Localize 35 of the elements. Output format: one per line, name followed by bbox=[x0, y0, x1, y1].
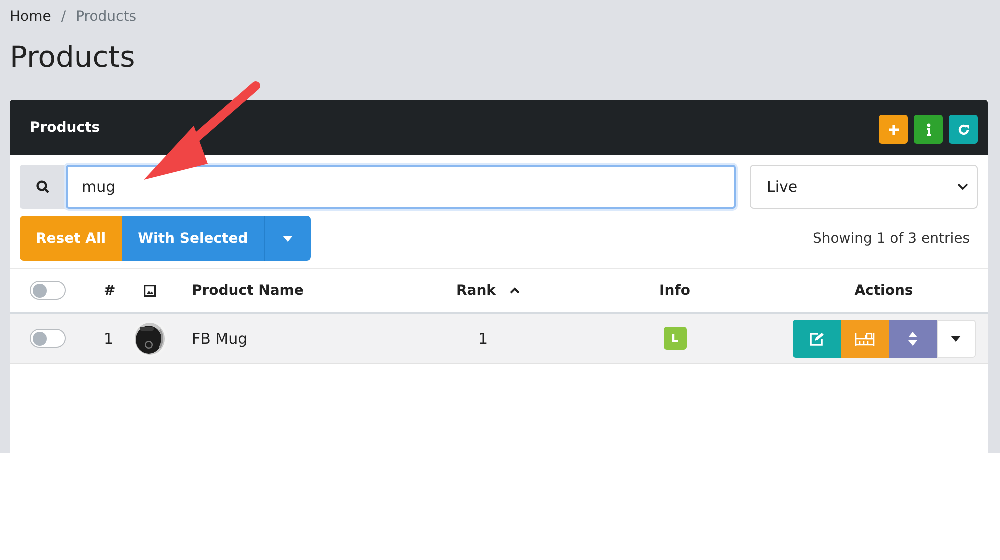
column-header[interactable]: # bbox=[104, 282, 116, 298]
search-icon bbox=[36, 180, 50, 194]
info-button[interactable] bbox=[914, 115, 943, 144]
refresh-icon bbox=[956, 122, 970, 136]
column-header[interactable]: Actions bbox=[854, 282, 914, 298]
breadcrumb-separator: / bbox=[61, 9, 66, 25]
refresh-button[interactable] bbox=[949, 115, 978, 144]
info-badge: L bbox=[664, 327, 686, 350]
caret-icon bbox=[283, 236, 294, 242]
add-icon bbox=[886, 122, 900, 136]
dropdown-toggle-button[interactable] bbox=[264, 216, 312, 261]
toggle-switch[interactable] bbox=[30, 329, 66, 348]
caret-icon bbox=[951, 336, 961, 342]
sort-icon bbox=[908, 332, 918, 346]
edit-icon bbox=[808, 332, 824, 346]
shelf-button[interactable] bbox=[840, 320, 888, 358]
entries-info: Showing 1 of 3 entries bbox=[812, 230, 970, 246]
rank-value: 1 bbox=[478, 330, 488, 348]
chevron-down-icon bbox=[957, 183, 969, 191]
breadcrumb-link[interactable]: Home bbox=[10, 9, 52, 25]
column-header[interactable]: Info bbox=[660, 282, 690, 298]
product-name: FB Mug bbox=[192, 330, 248, 348]
panel-title: Products bbox=[30, 120, 100, 136]
more-actions-button[interactable] bbox=[936, 320, 976, 358]
toggle-switch[interactable] bbox=[30, 281, 66, 300]
shelf-icon bbox=[854, 332, 874, 346]
column-header[interactable]: Rank bbox=[456, 282, 496, 298]
add-button[interactable] bbox=[879, 115, 908, 144]
page-title: Products bbox=[10, 40, 136, 76]
reorder-button[interactable] bbox=[888, 320, 936, 358]
status-select[interactable]: Live bbox=[750, 165, 978, 209]
image-icon bbox=[144, 284, 156, 296]
row-number: 1 bbox=[104, 330, 114, 348]
column-header[interactable]: Product Name bbox=[192, 282, 304, 298]
edit-button[interactable] bbox=[792, 320, 840, 358]
